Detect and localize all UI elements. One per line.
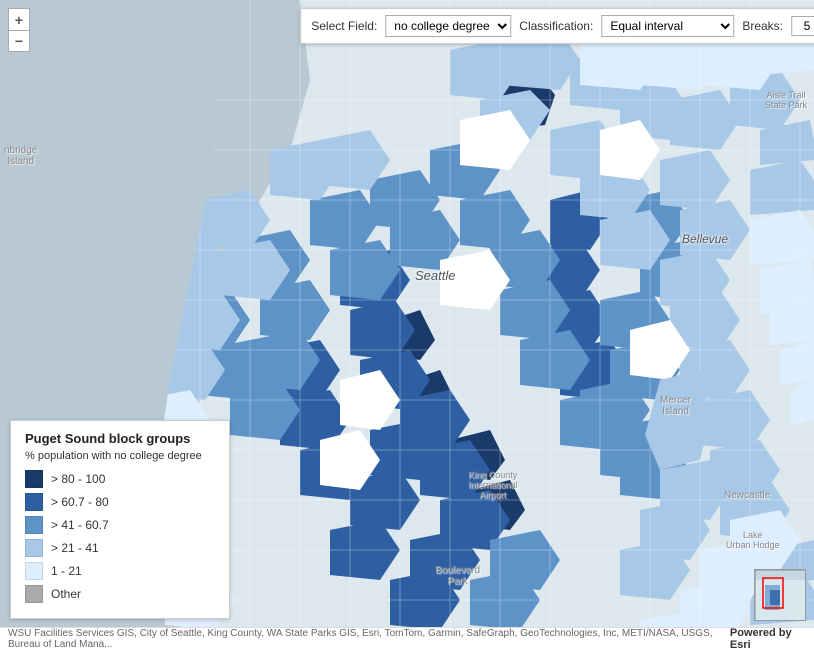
legend-swatch	[25, 470, 43, 488]
legend-item: Other	[25, 585, 215, 603]
legend-label: > 21 - 41	[51, 541, 99, 555]
legend-label: > 41 - 60.7	[51, 518, 109, 532]
legend-item: > 41 - 60.7	[25, 516, 215, 534]
legend-swatch	[25, 493, 43, 511]
legend-swatch	[25, 516, 43, 534]
legend-swatch	[25, 539, 43, 557]
legend-label: > 60.7 - 80	[51, 495, 109, 509]
esri-badge: Powered by Esri	[730, 627, 806, 649]
select-field-label: Select Field:	[311, 19, 377, 33]
legend-title: Puget Sound block groups	[25, 431, 215, 446]
legend-swatch	[25, 562, 43, 580]
zoom-controls: + −	[8, 8, 30, 52]
legend-subtitle: % population with no college degree	[25, 450, 215, 462]
legend-label: > 80 - 100	[51, 472, 105, 486]
attribution-bar: WSU Facilities Services GIS, City of Sea…	[0, 627, 814, 649]
breaks-label: Breaks:	[742, 19, 783, 33]
legend-item: > 60.7 - 80	[25, 493, 215, 511]
zoom-out-button[interactable]: −	[8, 30, 30, 52]
legend-item: > 80 - 100	[25, 470, 215, 488]
top-controls-panel: Select Field: no college degree college …	[300, 8, 814, 44]
legend-item: 1 - 21	[25, 562, 215, 580]
breaks-input[interactable]	[791, 16, 814, 36]
zoom-in-button[interactable]: +	[8, 8, 30, 30]
classification-label: Classification:	[519, 19, 593, 33]
classification-select[interactable]: Equal interval Natural Breaks Quantile S…	[601, 15, 734, 37]
attribution-text: WSU Facilities Services GIS, City of Sea…	[8, 628, 730, 649]
legend-item: > 21 - 41	[25, 539, 215, 557]
map-container[interactable]: Seattle Bellevue nbridgeIsland MercerIsl…	[0, 0, 814, 649]
legend-items: > 80 - 100 > 60.7 - 80 > 41 - 60.7 > 21 - 4…	[25, 470, 215, 603]
legend-label: 1 - 21	[51, 564, 82, 578]
field-select[interactable]: no college degree college degree income …	[385, 15, 511, 37]
legend-label: Other	[51, 587, 81, 601]
overview-map	[754, 569, 806, 621]
legend-panel: Puget Sound block groups % population wi…	[10, 420, 230, 619]
legend-swatch	[25, 585, 43, 603]
